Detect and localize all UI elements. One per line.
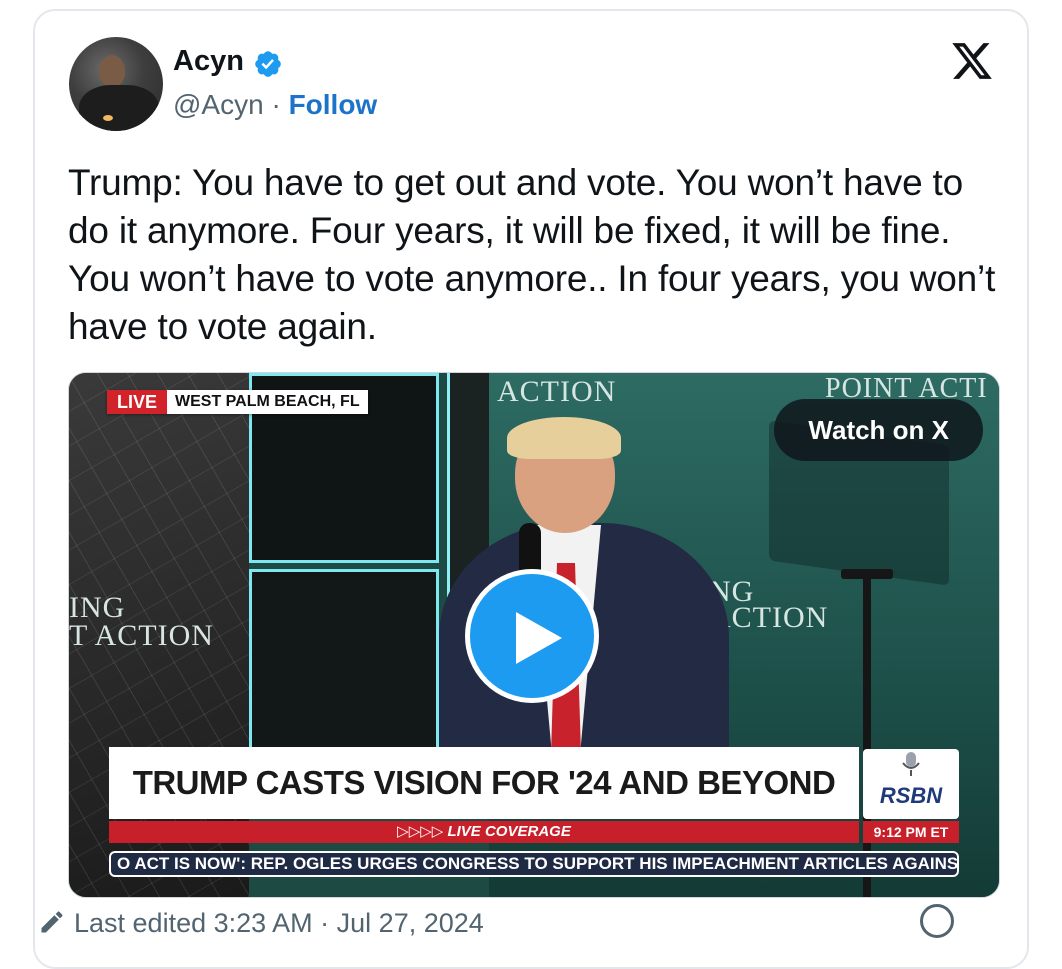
video-player[interactable]: ACTION POINT ACTI ING T ACTION NG ACTION… (68, 372, 1000, 898)
watch-on-x-button[interactable]: Watch on X (774, 399, 983, 461)
live-coverage-bar: ▷▷▷▷ LIVE COVERAGE (109, 821, 859, 843)
author-name[interactable]: Acyn (173, 45, 244, 78)
live-label: LIVE WEST PALM BEACH, FL (107, 390, 368, 414)
edit-timestamp[interactable]: Last edited 3:23 AM · Jul 27, 2024 (74, 908, 484, 939)
tweet-card: Acyn @Acyn · Follow Trump: You have to g… (33, 9, 1029, 969)
info-icon[interactable] (920, 904, 954, 938)
lower-third-headline: TRUMP CASTS VISION FOR '24 AND BEYOND (132, 764, 836, 801)
verified-badge-icon (255, 51, 281, 77)
speaker-hair (507, 417, 621, 459)
backdrop-text: ACTION (497, 375, 617, 408)
handle-line: @Acyn · Follow (173, 89, 377, 121)
lower-third: TRUMP CASTS VISION FOR '24 AND BEYOND (109, 747, 859, 819)
microphone-icon (902, 752, 920, 776)
play-icon (516, 612, 562, 664)
network-name: RSBN (879, 783, 943, 808)
x-logo-icon[interactable] (949, 39, 995, 83)
network-logo: RSBN (863, 749, 959, 819)
tweet-text: Trump: You have to get out and vote. You… (68, 162, 996, 347)
author-handle[interactable]: @Acyn (173, 89, 264, 120)
backdrop-text: T ACTION (69, 619, 214, 652)
location-label: WEST PALM BEACH, FL (167, 390, 368, 414)
author-avatar[interactable] (69, 37, 163, 131)
live-badge: LIVE (107, 390, 168, 414)
mic-stand-pole (863, 573, 871, 897)
play-button[interactable] (465, 569, 599, 703)
follow-button[interactable]: Follow (289, 89, 378, 120)
broadcast-time: 9:12 PM ET (863, 821, 959, 843)
separator: · (263, 89, 289, 120)
news-ticker: O ACT IS NOW': REP. OGLES URGES CONGRESS… (109, 851, 959, 877)
pencil-icon (41, 911, 63, 933)
stage-screen-bottom (249, 569, 439, 769)
